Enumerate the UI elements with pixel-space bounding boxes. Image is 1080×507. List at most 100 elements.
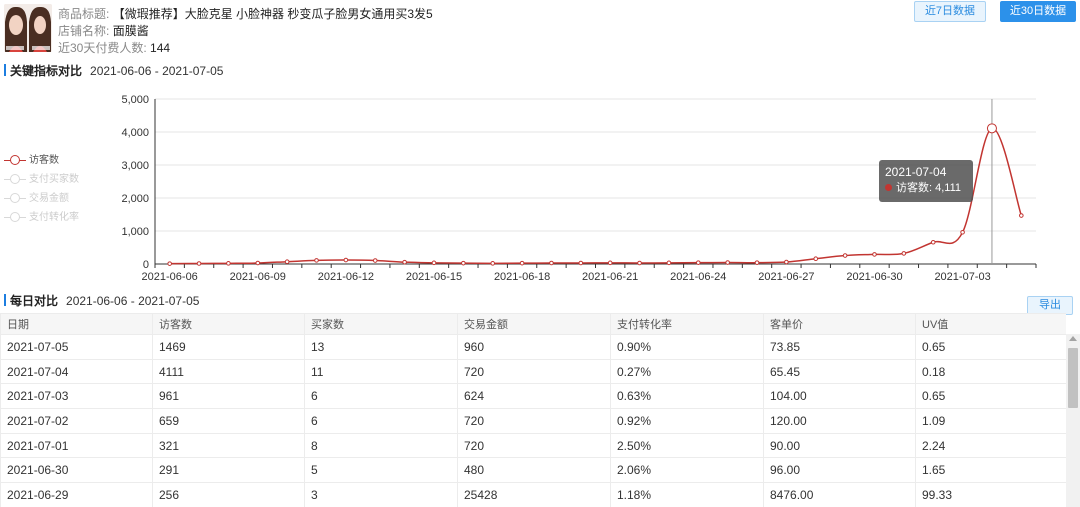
x-tick-label: 2021-06-15 bbox=[406, 271, 462, 283]
x-tick-label: 2021-06-24 bbox=[670, 271, 726, 283]
data-point[interactable] bbox=[226, 261, 231, 266]
data-point[interactable] bbox=[314, 258, 319, 263]
daily-comparison-date-range: 2021-06-06 - 2021-07-05 bbox=[66, 294, 200, 308]
shop-name-value: 面膜酱 bbox=[112, 24, 149, 38]
table-cell: 90.00 bbox=[763, 432, 916, 459]
product-thumbnail[interactable] bbox=[4, 4, 52, 52]
column-header-conversion-rate[interactable]: 支付转化率 bbox=[610, 313, 764, 335]
data-point[interactable] bbox=[519, 260, 525, 266]
y-tick-label: 0 bbox=[143, 259, 149, 271]
chart-tooltip: 2021-07-04 访客数: 4,111 bbox=[879, 160, 973, 202]
table-header-row: 日期 访客数 买家数 交易金额 支付转化率 客单价 UV值 bbox=[0, 313, 1066, 335]
highlighted-data-point[interactable] bbox=[986, 123, 997, 134]
table-cell: 2.06% bbox=[610, 457, 764, 484]
x-tick-label: 2021-06-06 bbox=[142, 271, 198, 283]
table-cell: 2021-07-02 bbox=[0, 408, 153, 434]
section-marker bbox=[4, 64, 6, 76]
table-cell: 11 bbox=[304, 358, 458, 385]
column-header-uv-value[interactable]: UV值 bbox=[915, 313, 1066, 335]
scroll-thumb[interactable] bbox=[1068, 348, 1078, 408]
table-cell: 0.65 bbox=[915, 383, 1066, 410]
data-point[interactable] bbox=[930, 239, 936, 245]
column-header-amount[interactable]: 交易金额 bbox=[457, 313, 611, 335]
table-cell: 96.00 bbox=[763, 457, 916, 484]
table-cell: 1.65 bbox=[915, 457, 1066, 484]
x-tick-label: 2021-06-30 bbox=[846, 271, 902, 283]
product-image bbox=[4, 4, 52, 52]
table-cell: 0.90% bbox=[610, 334, 764, 360]
scroll-up-arrow-icon[interactable] bbox=[1069, 336, 1077, 341]
data-point[interactable] bbox=[284, 259, 290, 264]
data-point[interactable] bbox=[784, 259, 789, 265]
data-point[interactable] bbox=[431, 260, 437, 266]
table-cell: 2.24 bbox=[915, 432, 1066, 459]
table-cell: 2021-07-04 bbox=[0, 358, 153, 385]
tooltip-series-dot bbox=[885, 184, 892, 191]
tooltip-date: 2021-07-04 bbox=[885, 165, 947, 179]
daily-comparison-header: 每日对比 2021-06-06 - 2021-07-05 bbox=[4, 293, 199, 309]
data-point[interactable] bbox=[901, 251, 907, 256]
last-30-days-button[interactable]: 近30日数据 bbox=[1000, 1, 1076, 22]
table-cell: 4111 bbox=[152, 358, 305, 385]
table-cell: 480 bbox=[457, 457, 611, 484]
tooltip-value: 访客数: 4,111 bbox=[896, 182, 962, 194]
data-point[interactable] bbox=[666, 260, 672, 266]
table-cell: 99.33 bbox=[915, 482, 1066, 507]
data-point[interactable] bbox=[813, 256, 819, 262]
column-header-visitors[interactable]: 访客数 bbox=[152, 313, 305, 335]
table-cell: 1.18% bbox=[610, 482, 764, 507]
table-scrollbar[interactable] bbox=[1066, 334, 1080, 507]
data-point[interactable] bbox=[578, 260, 584, 266]
column-header-buyers[interactable]: 买家数 bbox=[304, 313, 458, 335]
data-point[interactable] bbox=[637, 260, 642, 266]
data-point[interactable] bbox=[402, 259, 407, 265]
key-metrics-date-range: 2021-06-06 - 2021-07-05 bbox=[90, 64, 224, 78]
x-tick-label: 2021-06-09 bbox=[230, 271, 286, 283]
column-header-date[interactable]: 日期 bbox=[0, 313, 153, 335]
data-point[interactable] bbox=[872, 252, 877, 257]
table-cell: 2.50% bbox=[610, 432, 764, 459]
table-row: 2021-07-04 4111 11 720 0.27% 65.45 0.18 bbox=[0, 358, 1066, 385]
product-title-label: 商品标题: bbox=[58, 7, 110, 21]
table-cell: 321 bbox=[152, 432, 305, 459]
last-7-days-button[interactable]: 近7日数据 bbox=[914, 1, 986, 22]
table-cell: 25428 bbox=[457, 482, 611, 507]
table-row: 2021-06-29 256 3 25428 1.18% 8476.00 99.33 bbox=[0, 482, 1066, 507]
table-cell: 960 bbox=[457, 334, 611, 360]
table-cell: 720 bbox=[457, 432, 611, 459]
data-point[interactable] bbox=[255, 260, 261, 266]
daily-table-container: 日期 访客数 买家数 交易金额 支付转化率 客单价 UV值 2021-07-05… bbox=[0, 313, 1066, 507]
data-point[interactable] bbox=[754, 260, 760, 265]
data-point[interactable] bbox=[607, 260, 613, 266]
table-cell: 104.00 bbox=[763, 383, 916, 410]
y-tick-label: 2,000 bbox=[121, 193, 149, 205]
data-point[interactable] bbox=[196, 261, 202, 266]
table-body: 2021-07-05 1469 13 960 0.90% 73.85 0.65 2021-07… bbox=[0, 334, 1066, 507]
table-row: 2021-07-05 1469 13 960 0.90% 73.85 0.65 bbox=[0, 334, 1066, 360]
data-point[interactable] bbox=[461, 260, 466, 266]
column-header-avg-order-value[interactable]: 客单价 bbox=[763, 313, 916, 335]
table-cell: 13 bbox=[304, 334, 458, 360]
table-cell: 624 bbox=[457, 383, 611, 410]
table-cell: 0.27% bbox=[610, 358, 764, 385]
data-point[interactable] bbox=[695, 260, 701, 265]
data-point[interactable] bbox=[1019, 213, 1024, 218]
data-point[interactable] bbox=[960, 229, 965, 235]
y-tick-label: 4,000 bbox=[121, 127, 149, 139]
data-point[interactable] bbox=[167, 261, 172, 266]
table-cell: 0.92% bbox=[610, 408, 764, 434]
x-tick-label: 2021-07-03 bbox=[934, 271, 990, 283]
product-title-line: 商品标题: 【微瑕推荐】大脸克星 小脸神器 秒变瓜子脸男女通用买3发5 bbox=[58, 6, 658, 23]
y-tick-label: 3,000 bbox=[121, 160, 149, 172]
data-point[interactable] bbox=[549, 260, 554, 266]
data-point[interactable] bbox=[842, 253, 848, 258]
paid-buyers-line: 近30天付费人数: 144 bbox=[58, 40, 658, 57]
key-metrics-title: 关键指标对比 bbox=[10, 64, 83, 78]
data-point[interactable] bbox=[725, 260, 730, 265]
y-tick-label: 1,000 bbox=[121, 226, 149, 238]
data-point[interactable] bbox=[343, 257, 349, 263]
data-point[interactable] bbox=[372, 258, 378, 263]
shop-name-label: 店铺名称: bbox=[58, 24, 110, 38]
table-cell: 2021-07-05 bbox=[0, 334, 153, 360]
data-point[interactable] bbox=[490, 261, 496, 266]
